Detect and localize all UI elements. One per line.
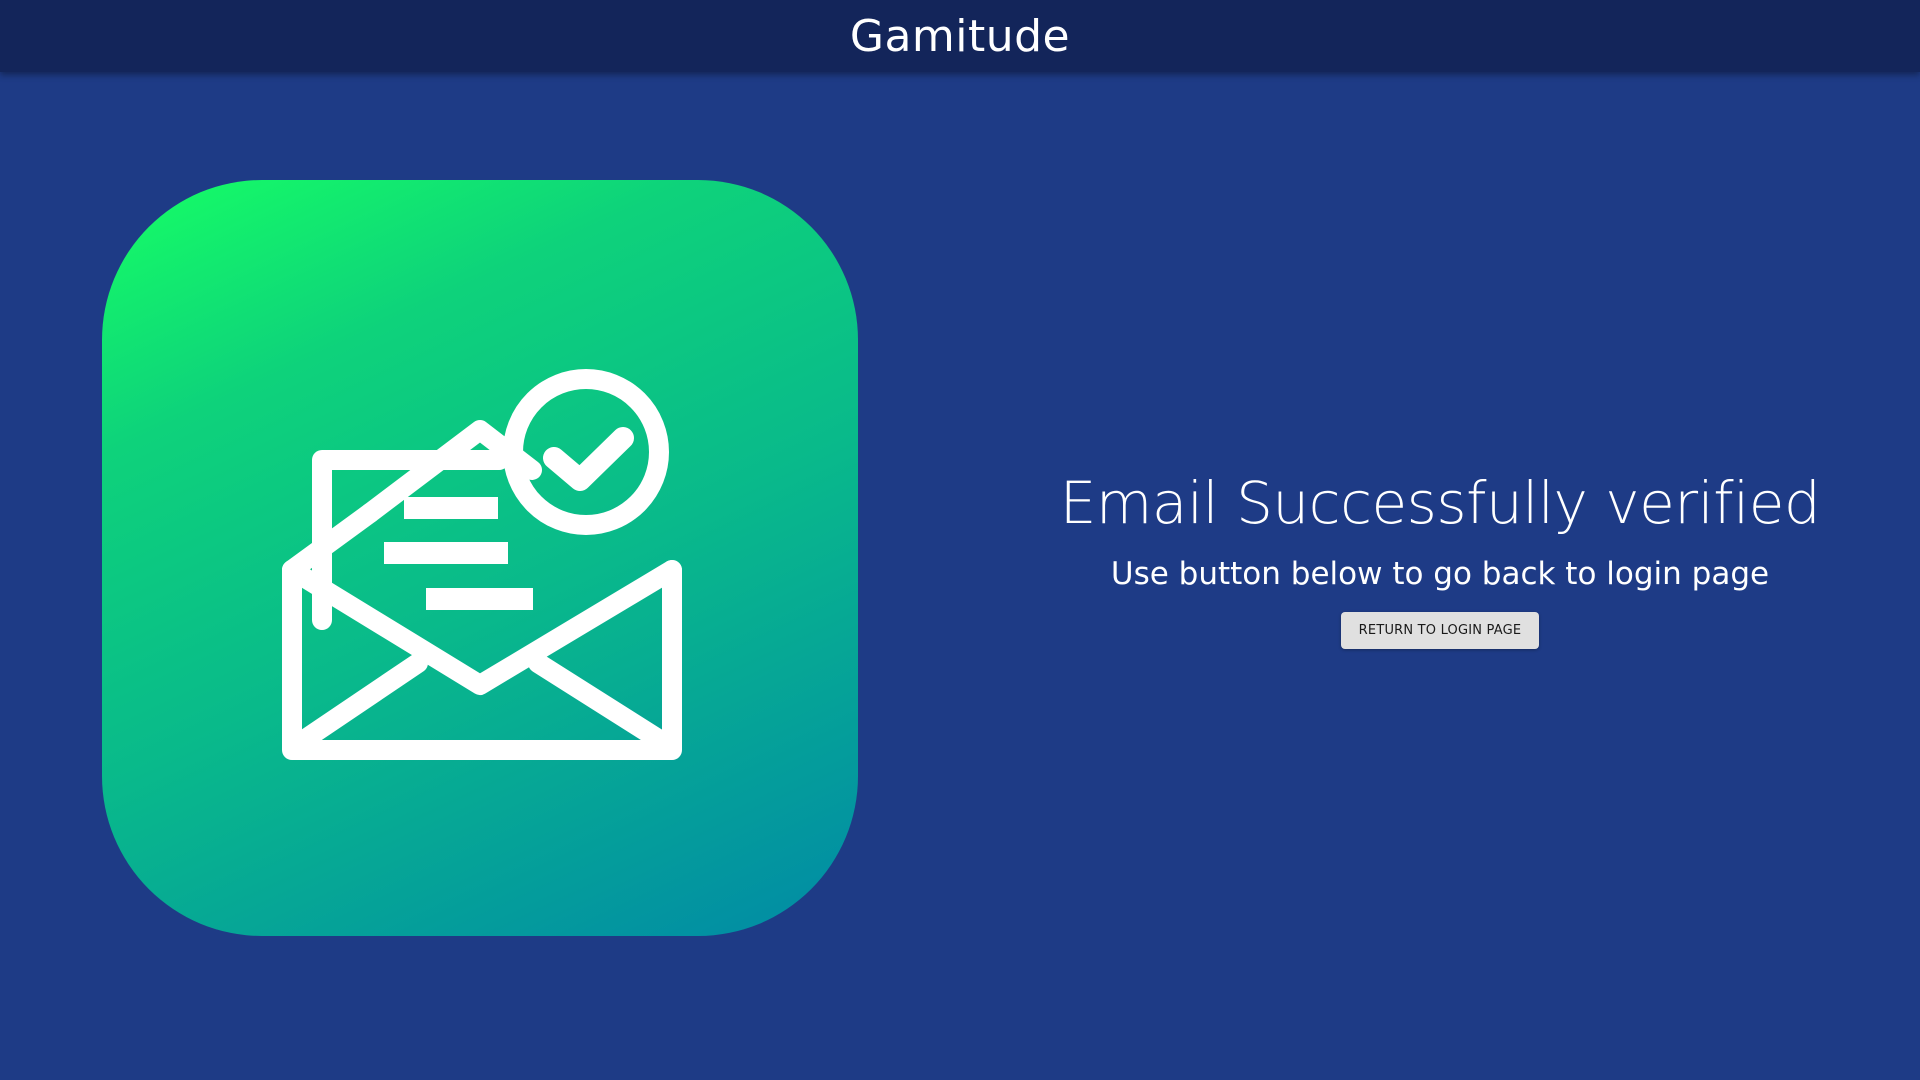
message-subtitle: Use button below to go back to login pag… — [1110, 556, 1770, 592]
message-title: Email Successfully verified — [1059, 469, 1821, 537]
email-verified-illustration — [102, 180, 858, 936]
app-header: Gamitude — [0, 0, 1920, 72]
envelope-check-icon — [282, 369, 682, 760]
app-title: Gamitude — [849, 10, 1071, 62]
return-to-login-button[interactable]: RETURN TO LOGIN PAGE — [1340, 612, 1540, 649]
verification-message: Email Successfully verified Use button b… — [1040, 460, 1840, 649]
